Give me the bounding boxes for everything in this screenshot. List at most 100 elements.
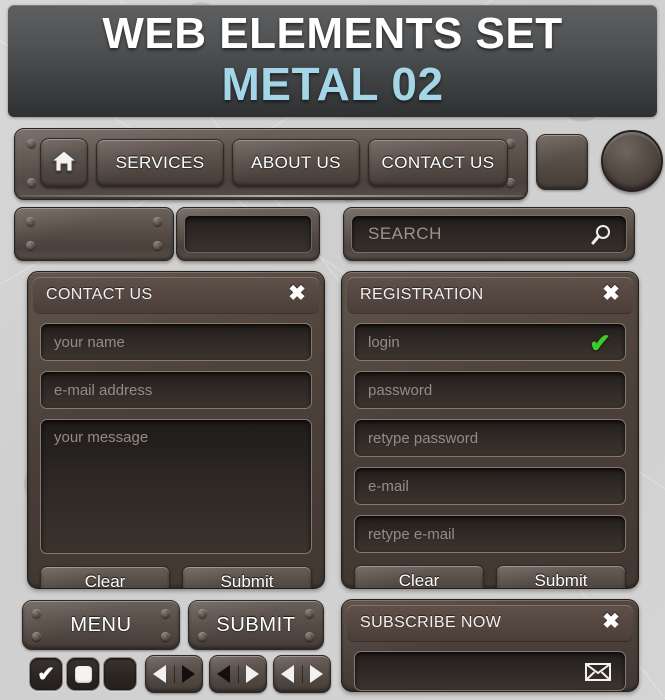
registration-retype-email-input[interactable]: retype e-mail [354, 515, 626, 553]
magnifier-icon[interactable] [590, 224, 612, 246]
rivet-decoration [161, 609, 170, 618]
empty-input-frame[interactable] [176, 207, 320, 261]
nav-item-label: SERVICES [115, 153, 205, 172]
nav-round-button[interactable] [601, 130, 663, 192]
arrow-right-button[interactable] [301, 665, 331, 683]
check-icon: ✔ [37, 662, 55, 686]
registration-actions: Clear Submit [354, 565, 626, 589]
search-placeholder: SEARCH [368, 224, 442, 243]
rivet-decoration [32, 632, 41, 641]
rivet-decoration [26, 217, 35, 226]
contact-clear-button[interactable]: Clear [40, 566, 170, 589]
check-icon: ✔ [589, 328, 611, 358]
contact-name-input[interactable]: your name [40, 323, 312, 361]
contact-actions: Clear Submit [40, 566, 312, 589]
button-label: SUBMIT [216, 613, 296, 636]
checkbox-empty[interactable] [103, 657, 137, 691]
nav-item-services[interactable]: SERVICES [96, 139, 224, 187]
arrow-right-icon [245, 665, 259, 683]
rivet-decoration [27, 139, 36, 148]
rivet-decoration [198, 632, 207, 641]
nav-square-button[interactable] [536, 134, 588, 190]
button-label: Submit [534, 571, 588, 589]
rivet-decoration [198, 609, 207, 618]
home-icon [50, 149, 78, 178]
arrow-left-button[interactable] [274, 665, 302, 683]
arrow-left-button[interactable] [210, 665, 238, 683]
page-title-primary: WEB ELEMENTS SET [102, 9, 563, 58]
search-input[interactable]: SEARCH [351, 215, 627, 253]
arrow-right-button[interactable] [173, 665, 203, 683]
contact-submit-button[interactable]: Submit [182, 566, 312, 589]
nav-item-label: ABOUT US [251, 153, 341, 172]
arrow-pair-2[interactable] [209, 655, 267, 693]
input-placeholder: your name [54, 333, 125, 351]
arrow-right-icon [309, 665, 323, 683]
panel-title: CONTACT US [46, 286, 153, 303]
registration-clear-button[interactable]: Clear [354, 565, 484, 589]
nav-item-contact-us[interactable]: CONTACT US [368, 139, 508, 187]
rivet-decoration [161, 632, 170, 641]
page-header: WEB ELEMENTS SET METAL 02 [8, 5, 657, 117]
checkbox-checked[interactable]: ✔ [29, 657, 63, 691]
panel-title: REGISTRATION [360, 286, 484, 303]
contact-us-panel: CONTACT US ✖ your name e-mail address yo… [27, 271, 325, 589]
checkbox-filled[interactable] [66, 657, 100, 691]
arrow-left-button[interactable] [146, 665, 174, 683]
rivet-decoration [27, 178, 36, 187]
envelope-icon[interactable] [585, 663, 611, 686]
input-placeholder: password [368, 381, 433, 399]
registration-retype-password-input[interactable]: retype password [354, 419, 626, 457]
registration-login-input[interactable]: login ✔ [354, 323, 626, 361]
panel-header: CONTACT US ✖ [33, 277, 319, 313]
rivet-decoration [305, 609, 314, 618]
empty-input-field[interactable] [184, 215, 312, 253]
arrow-right-button[interactable] [237, 665, 267, 683]
button-label: Clear [398, 571, 440, 589]
contact-message-textarea[interactable]: your message [40, 419, 312, 554]
input-placeholder: e-mail address [54, 381, 153, 399]
panel-header: SUBSCRIBE NOW ✖ [347, 605, 633, 641]
button-label: Submit [220, 572, 274, 589]
rivet-decoration [153, 241, 162, 250]
input-placeholder: login [368, 333, 400, 351]
registration-panel: REGISTRATION ✖ login ✔ password retype p… [341, 271, 639, 589]
nav-item-label: CONTACT US [381, 153, 495, 172]
arrow-right-icon [181, 665, 195, 683]
page-title-secondary: METAL 02 [221, 58, 444, 110]
input-placeholder: e-mail [368, 477, 409, 495]
search-bar: SEARCH [343, 207, 635, 261]
textarea-placeholder: your message [54, 429, 149, 446]
close-icon[interactable]: ✖ [287, 283, 307, 304]
menu-button[interactable]: MENU [22, 600, 180, 650]
close-icon[interactable]: ✖ [601, 283, 621, 304]
close-icon[interactable]: ✖ [601, 611, 621, 632]
registration-email-input[interactable]: e-mail [354, 467, 626, 505]
arrow-left-icon [217, 665, 231, 683]
contact-email-input[interactable]: e-mail address [40, 371, 312, 409]
rivet-decoration [26, 241, 35, 250]
submit-button[interactable]: SUBMIT [188, 600, 324, 650]
button-label: Clear [84, 572, 126, 589]
registration-password-input[interactable]: password [354, 371, 626, 409]
rivet-decoration [305, 632, 314, 641]
nav-home-button[interactable] [40, 138, 88, 188]
panel-header: REGISTRATION ✖ [347, 277, 633, 313]
button-label: MENU [70, 613, 132, 636]
arrow-pair-1[interactable] [145, 655, 203, 693]
app-root: WEB ELEMENTS SET METAL 02 SERVICES ABOUT… [0, 0, 665, 700]
arrow-left-icon [153, 665, 167, 683]
subscribe-email-input[interactable] [354, 651, 626, 691]
input-placeholder: retype password [368, 429, 479, 447]
registration-submit-button[interactable]: Submit [496, 565, 626, 589]
metal-plate [14, 207, 174, 261]
nav-item-about-us[interactable]: ABOUT US [232, 139, 360, 187]
input-placeholder: retype e-mail [368, 525, 455, 543]
arrow-pair-3[interactable] [273, 655, 331, 693]
rivet-decoration [32, 609, 41, 618]
square-fill-icon [74, 665, 92, 683]
edge-highlight [18, 195, 524, 197]
arrow-left-icon [281, 665, 295, 683]
subscribe-panel: SUBSCRIBE NOW ✖ [341, 599, 639, 692]
panel-title: SUBSCRIBE NOW [360, 614, 502, 631]
